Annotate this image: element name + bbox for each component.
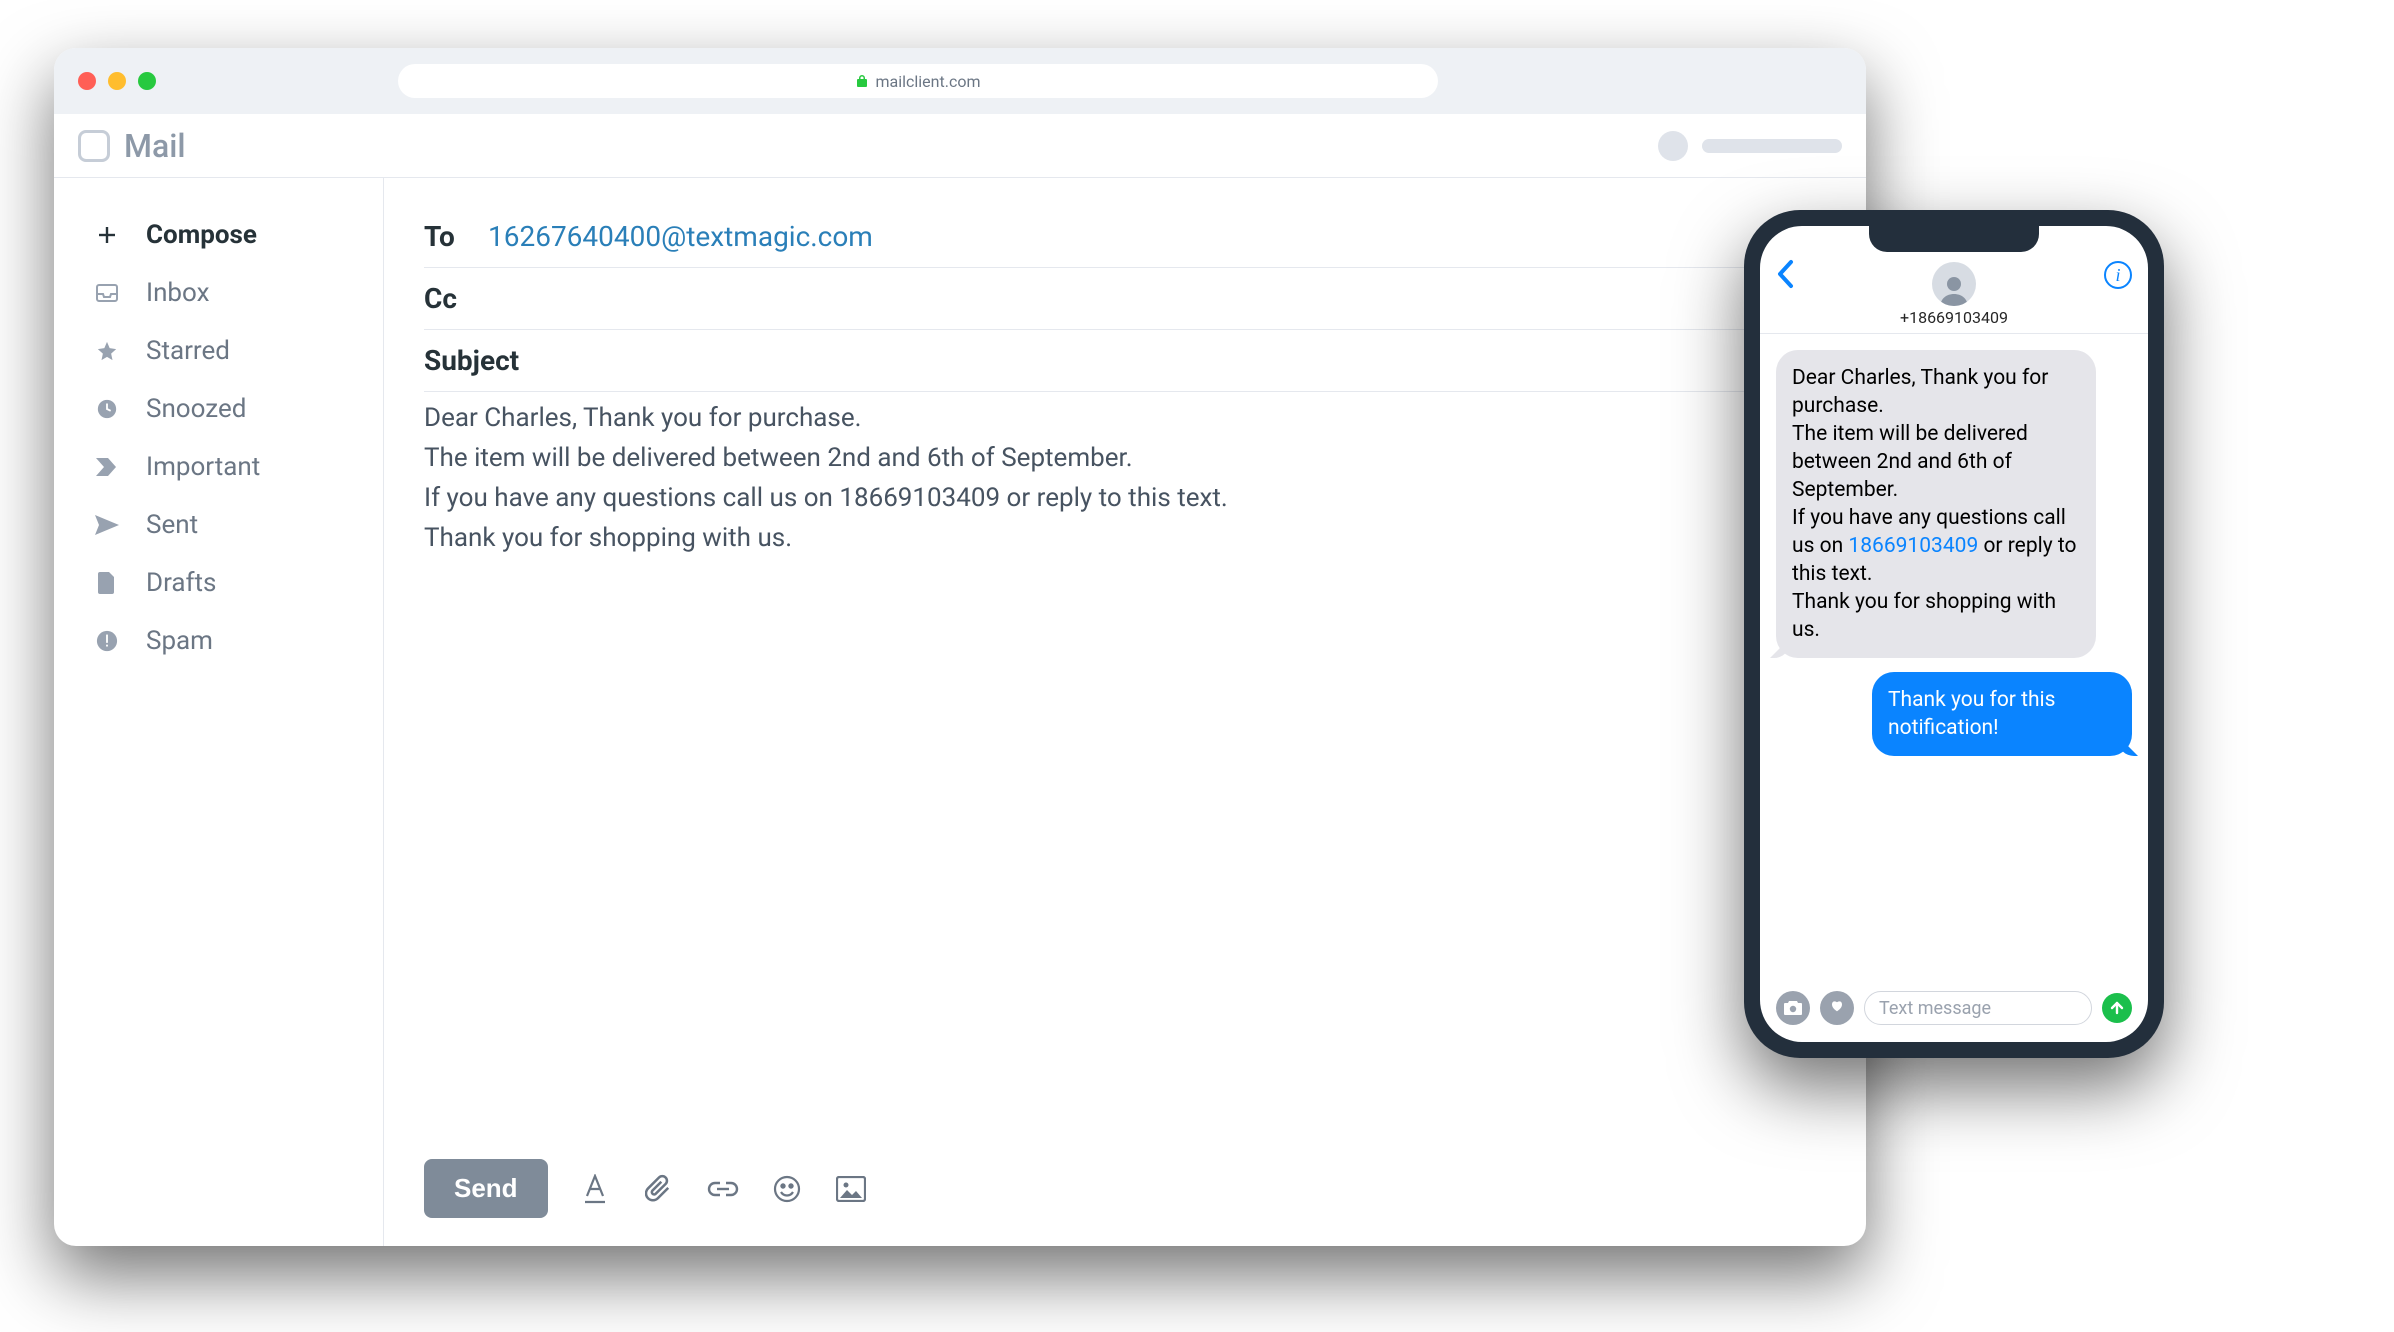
- outgoing-bubble: Thank you for this notification!: [1872, 672, 2132, 756]
- lock-icon: [856, 74, 868, 88]
- compose-toolbar: Send: [424, 1141, 1826, 1218]
- subject-field[interactable]: Subject: [424, 330, 1826, 392]
- attachment-icon[interactable]: [642, 1172, 676, 1206]
- sidebar-item-spam[interactable]: Spam: [54, 612, 383, 670]
- window-maximize-dot[interactable]: [138, 72, 156, 90]
- contact-number[interactable]: +18669103409: [1900, 308, 2008, 327]
- messages-scroll[interactable]: Dear Charles, Thank you for purchase.The…: [1760, 334, 2148, 986]
- avatar-placeholder[interactable]: [1658, 131, 1688, 161]
- sidebar-item-important[interactable]: Important: [54, 438, 383, 496]
- text-format-icon[interactable]: [578, 1172, 612, 1206]
- message-input[interactable]: Text message: [1864, 991, 2092, 1025]
- clock-icon: [94, 398, 120, 420]
- url-text: mailclient.com: [876, 72, 981, 91]
- phone-frame: i +18669103409 Dear Charles, Thank you f…: [1744, 210, 2164, 1058]
- sidebar-item-sent[interactable]: Sent: [54, 496, 383, 554]
- app-titlebar: Mail: [54, 114, 1866, 178]
- app-logo-icon: [78, 130, 110, 162]
- subject-label: Subject: [424, 344, 519, 377]
- to-label: To: [424, 220, 470, 253]
- phone-notch: [1869, 226, 2039, 252]
- sidebar-item-drafts[interactable]: Drafts: [54, 554, 383, 612]
- username-placeholder: [1702, 139, 1842, 153]
- link-icon[interactable]: [706, 1172, 740, 1206]
- sidebar-item-label: Compose: [146, 220, 257, 250]
- message-placeholder: Text message: [1879, 998, 1991, 1019]
- phone-input-row: Text message: [1760, 986, 2148, 1042]
- sidebar-item-label: Important: [146, 452, 260, 482]
- sidebar-item-label: Inbox: [146, 278, 210, 308]
- sidebar-item-snoozed[interactable]: Snoozed: [54, 380, 383, 438]
- to-value: 16267640400@textmagic.com: [488, 220, 873, 253]
- window-minimize-dot[interactable]: [108, 72, 126, 90]
- chevron-right-icon: [94, 458, 120, 476]
- sidebar-item-label: Drafts: [146, 568, 216, 598]
- file-icon: [94, 572, 120, 594]
- cc-field[interactable]: Cc: [424, 268, 1826, 330]
- sidebar-item-label: Starred: [146, 336, 230, 366]
- camera-icon[interactable]: [1776, 991, 1810, 1025]
- app-title: Mail: [124, 127, 186, 165]
- phone-screen: i +18669103409 Dear Charles, Thank you f…: [1760, 226, 2148, 1042]
- sidebar-item-label: Snoozed: [146, 394, 246, 424]
- info-icon[interactable]: i: [2104, 261, 2132, 289]
- sidebar-item-compose[interactable]: Compose: [54, 206, 383, 264]
- send-icon: [94, 515, 120, 535]
- contact-avatar-icon[interactable]: [1932, 262, 1976, 306]
- image-icon[interactable]: [834, 1172, 868, 1206]
- compose-panel: To 16267640400@textmagic.com Cc Subject …: [384, 178, 1866, 1246]
- to-field[interactable]: To 16267640400@textmagic.com: [424, 206, 1826, 268]
- cc-label: Cc: [424, 282, 470, 315]
- app-body: Compose Inbox Starred: [54, 178, 1866, 1246]
- sidebar-item-label: Spam: [146, 626, 213, 656]
- sidebar-item-label: Sent: [146, 510, 198, 540]
- sidebar-item-starred[interactable]: Starred: [54, 322, 383, 380]
- incoming-bubble: Dear Charles, Thank you for purchase.The…: [1776, 350, 2096, 658]
- plus-icon: [94, 225, 120, 245]
- compose-body[interactable]: Dear Charles, Thank you for purchase. Th…: [424, 392, 1826, 1141]
- sidebar: Compose Inbox Starred: [54, 178, 384, 1246]
- url-bar[interactable]: mailclient.com: [398, 64, 1438, 98]
- alert-icon: [94, 630, 120, 652]
- mail-browser-window: mailclient.com Mail Compose: [54, 48, 1866, 1246]
- inbox-icon: [94, 284, 120, 302]
- window-close-dot[interactable]: [78, 72, 96, 90]
- browser-chrome: mailclient.com: [54, 48, 1866, 114]
- send-button[interactable]: Send: [424, 1159, 548, 1218]
- emoji-icon[interactable]: [770, 1172, 804, 1206]
- back-button[interactable]: [1776, 259, 1794, 289]
- star-icon: [94, 340, 120, 362]
- apps-icon[interactable]: [1820, 991, 1854, 1025]
- sidebar-item-inbox[interactable]: Inbox: [54, 264, 383, 322]
- send-message-button[interactable]: [2102, 993, 2132, 1023]
